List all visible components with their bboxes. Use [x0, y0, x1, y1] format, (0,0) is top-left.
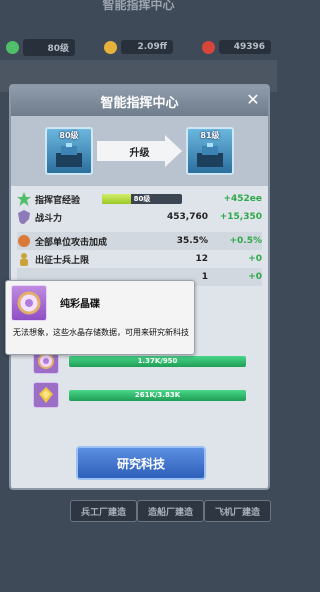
star-icon [6, 40, 19, 54]
tab-aircraft-build[interactable]: 飞机厂建造 [204, 500, 271, 522]
bottom-tabs: 兵工厂建造 造船厂建造 飞机厂建造 [0, 500, 277, 522]
background-title: 智能指挥中心 [102, 0, 175, 12]
attack-icon [18, 235, 30, 247]
stat-row-attack-bonus: 全部单位攻击加成 35.5% +0.5% [17, 232, 262, 250]
tooltip-item-name: 纯彩晶碟 [60, 299, 100, 310]
current-level-label: 80级 [59, 131, 79, 140]
stats-list: 指挥官经验 80级 +452ee 战斗力 453,760 +15,350 全部单… [11, 186, 268, 286]
current-building-card: 80级 [45, 127, 93, 175]
resource-progress-bar: 1.37K/950 [69, 355, 246, 367]
resource-level: 80级 [6, 36, 75, 58]
item-tooltip: 纯彩晶碟 无法想象，这些水晶存储数据，可用来研究新科技 [5, 280, 195, 355]
coin-icon [104, 40, 117, 54]
resource-requirement-row: 261K/3.83K [33, 378, 246, 412]
stat-row-soldier-limit: 出征士兵上限 12 +0 [17, 250, 262, 268]
upgrade-preview: 80级 升级 81级 [11, 116, 268, 186]
resource-bar: 80级 2.09ff 49396 [0, 36, 277, 58]
resource-coin: 2.09ff [104, 36, 173, 58]
upgrade-label: 升级 [129, 147, 150, 159]
next-level-label: 81级 [200, 131, 220, 140]
research-tech-button[interactable]: 研究科技 [76, 446, 206, 480]
tab-arsenal-build[interactable]: 兵工厂建造 [70, 500, 137, 522]
shield-icon [18, 210, 30, 224]
star-icon [17, 192, 31, 206]
building-icon [56, 143, 82, 167]
next-building-card: 81级 [186, 127, 234, 175]
gem-icon [202, 40, 215, 54]
building-icon [197, 143, 223, 167]
soldier-icon [20, 253, 28, 266]
stat-row-commander-xp: 指挥官经验 80级 +452ee [17, 190, 262, 208]
crystal-disc-icon [11, 285, 47, 321]
resource-gem: 49396 [202, 36, 271, 58]
gold-ingot-icon[interactable] [33, 382, 59, 408]
tab-shipyard-build[interactable]: 造船厂建造 [137, 500, 204, 522]
resource-progress-bar: 261K/3.83K [69, 389, 246, 401]
xp-progress-bar: 80级 [102, 194, 182, 204]
stat-row-combat-power: 战斗力 453,760 +15,350 [17, 208, 262, 226]
tooltip-description: 无法想象，这些水晶存储数据，可用来研究新科技 [13, 328, 189, 337]
close-icon[interactable]: ✕ [244, 91, 262, 109]
modal-header: 智能指挥中心 ✕ [11, 86, 268, 116]
modal-title: 智能指挥中心 [100, 95, 179, 111]
upgrade-arrow: 升级 [97, 135, 182, 167]
